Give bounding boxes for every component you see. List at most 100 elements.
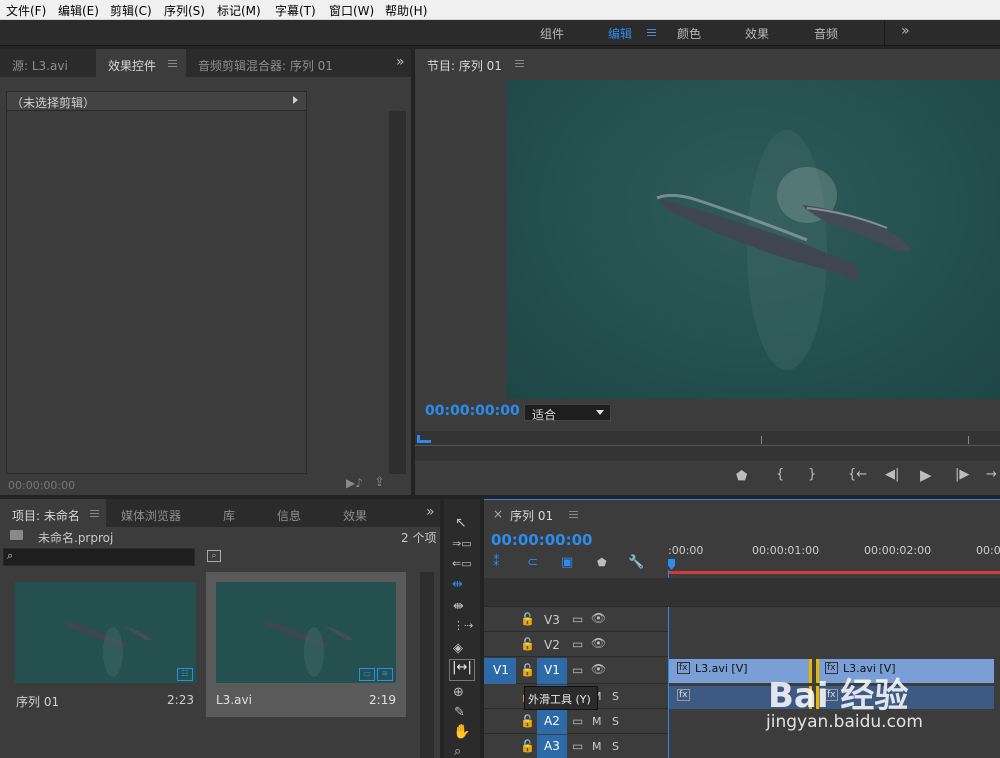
track-select-tool-icon[interactable]: ⇒▭ [452, 537, 472, 550]
eye-icon[interactable]: 👁 [591, 611, 606, 625]
sync-lock-icon[interactable]: ▭ [572, 663, 583, 677]
playhead-handle-icon[interactable] [668, 559, 675, 570]
ripple-edit-tool-icon[interactable]: ⇐▭ [452, 557, 472, 570]
scrollbar[interactable] [389, 111, 406, 474]
tab-menu-icon[interactable] [168, 60, 177, 67]
track-name-a2[interactable]: A2 [537, 710, 567, 734]
solo-button[interactable]: S [612, 690, 619, 703]
audio-clip[interactable]: fx [816, 686, 994, 709]
hand-tool-icon[interactable]: ✋ [453, 724, 470, 740]
eye-icon[interactable]: 👁 [591, 636, 606, 650]
tab-sequence[interactable]: 序列 01 [510, 507, 553, 524]
workspace-more-button[interactable]: » [901, 23, 910, 39]
program-time-ruler[interactable] [415, 431, 1000, 461]
workspace-assembly[interactable]: 组件 [540, 25, 564, 42]
lock-icon[interactable]: 🔓 [520, 739, 535, 753]
nest-icon[interactable]: ⁑ [493, 555, 500, 570]
mute-button[interactable]: M [592, 740, 602, 753]
pen-razor-icon[interactable]: ◈ [453, 641, 463, 656]
menu-sequence[interactable]: 序列(S) [164, 2, 205, 19]
workspace-editing[interactable]: 编辑 [608, 25, 632, 42]
lock-icon[interactable]: 🔓 [520, 714, 535, 728]
mark-out-button[interactable]: } [808, 467, 816, 482]
razor-tool-icon[interactable]: ⋮⇢ [453, 619, 473, 632]
menu-file[interactable]: 文件(F) [6, 2, 46, 19]
timeline-timecode[interactable]: 00:00:00:00 [491, 531, 593, 549]
settings-wrench-icon[interactable]: 🔧 [628, 555, 644, 570]
slide-tool-icon[interactable]: ⊕ [453, 685, 464, 700]
play-button[interactable]: ▶ [920, 466, 932, 484]
selection-tool-icon[interactable]: ↖ [455, 515, 467, 531]
mute-button[interactable]: M [592, 715, 602, 728]
source-patch-v1[interactable]: V1 [484, 658, 516, 684]
pen-tool-icon[interactable]: ✎ [454, 705, 465, 720]
expand-arrow-icon[interactable] [293, 96, 298, 104]
workspace-color[interactable]: 颜色 [677, 25, 701, 42]
tab-info[interactable]: 信息 [277, 499, 301, 527]
sync-lock-icon[interactable]: ▭ [572, 739, 583, 753]
menu-clip[interactable]: 剪辑(C) [110, 2, 152, 19]
panel-more-button[interactable]: » [396, 46, 405, 74]
scrollbar[interactable] [420, 572, 434, 758]
menu-title[interactable]: 字幕(T) [275, 2, 316, 19]
zoom-select[interactable]: 适合 [524, 404, 611, 422]
zoom-tool-icon[interactable]: ⌕ [454, 744, 461, 758]
video-frame[interactable] [507, 80, 1000, 399]
program-timecode[interactable]: 00:00:00:00 [425, 403, 520, 419]
tab-menu-icon[interactable] [515, 60, 524, 67]
sync-lock-icon[interactable]: ▭ [572, 637, 583, 651]
workspace-effects[interactable]: 效果 [745, 25, 769, 42]
tab-menu-icon[interactable] [569, 511, 578, 518]
track-name-a3[interactable]: A3 [537, 735, 567, 758]
track-name-v1[interactable]: V1 [537, 658, 567, 684]
go-to-out-button[interactable]: → [986, 467, 997, 482]
eye-icon[interactable]: 👁 [591, 662, 606, 676]
tab-source[interactable]: 源: L3.avi [12, 49, 68, 77]
solo-button[interactable]: S [612, 740, 619, 753]
add-marker-button[interactable]: ⬟ [736, 469, 747, 484]
playhead-icon[interactable] [417, 435, 431, 443]
close-icon[interactable]: × [493, 507, 503, 521]
work-area-bar[interactable] [668, 571, 1000, 574]
slip-tool-icon[interactable]: |↔| [449, 659, 475, 681]
video-clip[interactable]: fx L3.avi [V] [816, 659, 994, 683]
tab-program[interactable]: 节目: 序列 01 [427, 49, 502, 77]
tab-media-browser[interactable]: 媒体浏览器 [121, 499, 181, 527]
tools-panel: ↖ ⇒▭ ⇐▭ ⇹ ⇼ ⋮⇢ ◈ |↔| ⊕ ✎ ✋ ⌕ [444, 499, 480, 758]
menu-edit[interactable]: 编辑(E) [58, 2, 99, 19]
tab-libraries[interactable]: 库 [223, 499, 235, 527]
sync-lock-icon[interactable]: ▭ [572, 612, 583, 626]
menu-marker[interactable]: 标记(M) [217, 2, 261, 19]
workspace-menu-icon[interactable] [647, 29, 656, 36]
search-input[interactable]: ⌕ [3, 548, 195, 566]
menu-help[interactable]: 帮助(H) [385, 2, 427, 19]
lock-icon[interactable]: 🔓 [520, 663, 535, 677]
tab-audio-clip-mixer[interactable]: 音频剪辑混合器: 序列 01 [198, 49, 333, 77]
go-to-in-button[interactable]: {← [848, 467, 867, 482]
snap-icon[interactable]: ⊂ [527, 555, 538, 570]
workspace-audio[interactable]: 音频 [814, 25, 838, 42]
tab-menu-icon[interactable] [90, 510, 99, 517]
project-item-sequence[interactable]: ☷ 序列 01 2:23 [4, 572, 202, 717]
menu-window[interactable]: 窗口(W) [329, 2, 374, 19]
project-item-clip[interactable]: ▭ ≋ L3.avi 2:19 [206, 572, 406, 717]
rate-stretch-tool-icon[interactable]: ⇼ [453, 599, 464, 614]
find-icon[interactable]: ⌕ [207, 550, 221, 562]
solo-button[interactable]: S [612, 715, 619, 728]
step-back-button[interactable]: ◀| [885, 467, 899, 482]
step-forward-button[interactable]: |▶ [955, 467, 969, 482]
audio-clip[interactable]: fx [669, 686, 812, 709]
audio-only-icon[interactable]: ▶♪ [346, 476, 363, 490]
add-marker-icon[interactable]: ⬟ [597, 556, 607, 569]
video-clip[interactable]: fx L3.avi [V] [669, 659, 812, 683]
export-icon[interactable]: ⇪ [374, 475, 385, 490]
sync-lock-icon[interactable]: ▭ [572, 714, 583, 728]
lock-icon[interactable]: 🔓 [520, 637, 535, 651]
tab-effects[interactable]: 效果 [343, 499, 367, 527]
mark-in-button[interactable]: { [776, 467, 784, 482]
lock-icon[interactable]: 🔓 [520, 612, 535, 626]
linked-selection-icon[interactable]: ▣ [561, 555, 573, 570]
rolling-edit-tool-icon[interactable]: ⇹ [452, 577, 463, 592]
timeline-panel: × 序列 01 00:00:00:00 ⁑ ⊂ ▣ ⬟ 🔧 :00:00 00:… [484, 499, 1000, 758]
panel-more-button[interactable]: » [426, 496, 435, 524]
